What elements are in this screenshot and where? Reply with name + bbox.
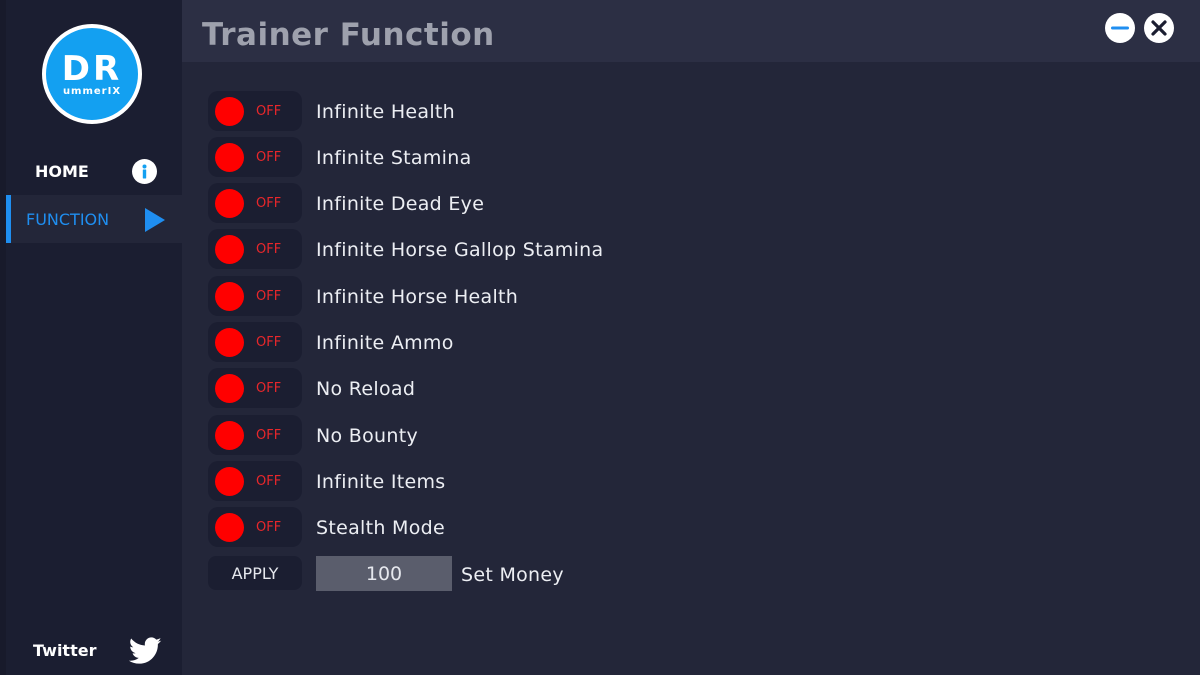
header: Trainer Function [182, 0, 1200, 62]
toggle-state: OFF [256, 520, 282, 535]
function-label: No Bounty [316, 425, 419, 447]
function-row: OFF Infinite Health [208, 91, 455, 131]
function-label: Infinite Horse Health [316, 286, 519, 308]
toggle-infinite-stamina[interactable]: OFF [208, 137, 302, 177]
play-icon [144, 207, 166, 233]
toggle-state: OFF [256, 474, 282, 489]
function-row: OFF Infinite Horse Health [208, 276, 518, 316]
toggle-infinite-ammo[interactable]: OFF [208, 322, 302, 362]
twitter-icon[interactable] [128, 636, 162, 666]
function-label: Infinite Horse Gallop Stamina [316, 239, 604, 261]
function-row: OFF No Bounty [208, 415, 418, 455]
function-row: OFF Infinite Ammo [208, 322, 453, 362]
minimize-button[interactable] [1105, 13, 1135, 43]
toggle-knob [215, 513, 244, 542]
toggle-state: OFF [256, 150, 282, 165]
toggle-knob [215, 282, 244, 311]
toggle-state: OFF [256, 381, 282, 396]
function-label: Infinite Items [316, 471, 446, 493]
page-title: Trainer Function [202, 17, 495, 53]
apply-button[interactable]: APPLY [208, 556, 302, 590]
function-row: OFF Infinite Horse Gallop Stamina [208, 229, 603, 269]
nav-home-label: HOME [35, 161, 89, 181]
toggle-stealth-mode[interactable]: OFF [208, 507, 302, 547]
info-icon[interactable] [132, 159, 157, 184]
function-row: OFF Stealth Mode [208, 507, 445, 547]
close-icon [1151, 20, 1167, 36]
toggle-no-reload[interactable]: OFF [208, 368, 302, 408]
toggle-state: OFF [256, 242, 282, 257]
toggle-knob [215, 143, 244, 172]
nav-function-label: FUNCTION [26, 209, 110, 229]
twitter-label: Twitter [33, 641, 97, 660]
toggle-knob [215, 467, 244, 496]
toggle-knob [215, 374, 244, 403]
close-button[interactable] [1144, 13, 1174, 43]
function-label: Infinite Stamina [316, 147, 472, 169]
toggle-knob [215, 189, 244, 218]
minimize-icon [1111, 26, 1129, 30]
toggle-knob [215, 421, 244, 450]
function-label: No Reload [316, 378, 416, 400]
money-input[interactable] [316, 556, 452, 591]
nav-item-home[interactable]: HOME [6, 147, 182, 195]
logo-subtext: ummerIX [62, 86, 122, 97]
nav-item-function[interactable]: FUNCTION [6, 195, 182, 243]
function-label: Stealth Mode [316, 517, 446, 539]
toggle-state: OFF [256, 289, 282, 304]
toggle-infinite-items[interactable]: OFF [208, 461, 302, 501]
toggle-state: OFF [256, 196, 282, 211]
toggle-knob [215, 328, 244, 357]
function-row: OFF Infinite Items [208, 461, 445, 501]
toggle-no-bounty[interactable]: OFF [208, 415, 302, 455]
function-label: Infinite Health [316, 101, 456, 123]
logo-text: DR [61, 49, 123, 89]
active-indicator [6, 195, 11, 243]
toggle-state: OFF [256, 428, 282, 443]
function-row: OFF Infinite Dead Eye [208, 183, 484, 223]
toggle-infinite-health[interactable]: OFF [208, 91, 302, 131]
sidebar-edge [0, 0, 6, 675]
function-label: Infinite Ammo [316, 332, 454, 354]
function-row: OFF Infinite Stamina [208, 137, 471, 177]
toggle-knob [215, 235, 244, 264]
function-row: OFF No Reload [208, 368, 415, 408]
toggle-state: OFF [256, 104, 282, 119]
toggle-infinite-horse-gallop-stamina[interactable]: OFF [208, 229, 302, 269]
toggle-infinite-horse-health[interactable]: OFF [208, 276, 302, 316]
toggle-knob [215, 97, 244, 126]
function-label: Infinite Dead Eye [316, 193, 485, 215]
toggle-state: OFF [256, 335, 282, 350]
toggle-infinite-dead-eye[interactable]: OFF [208, 183, 302, 223]
logo: DR ummerIX [42, 24, 142, 124]
money-label: Set Money [461, 564, 564, 586]
